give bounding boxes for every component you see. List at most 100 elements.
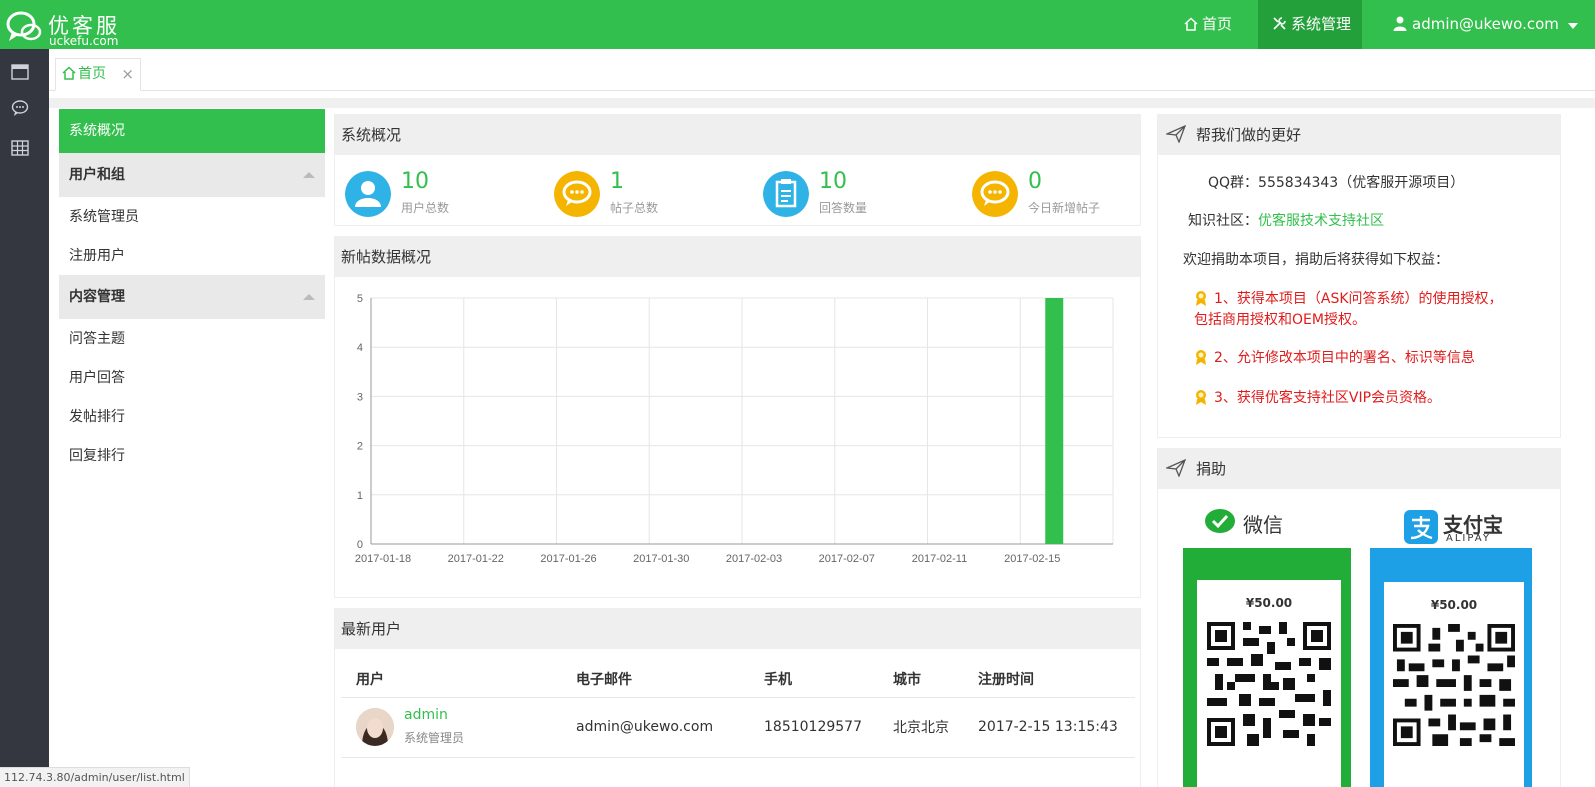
- benefit-text: 3、获得优客支持社区VIP会员资格。: [1214, 390, 1442, 406]
- chat-bubble-icon: [554, 171, 600, 217]
- column-header: 用户: [341, 661, 561, 698]
- chat-bubble-icon: [972, 171, 1018, 217]
- user-cell: admin 系统管理员: [341, 697, 561, 758]
- alipay-qr-card: ¥50.00: [1370, 548, 1532, 787]
- benefit-1-cont: 包括商用授权和OEM授权。: [1194, 312, 1366, 328]
- alipay-price: ¥50.00: [1430, 598, 1478, 612]
- menu-item-answers[interactable]: 用户回答: [59, 358, 325, 397]
- home-icon: [1184, 17, 1198, 31]
- y-tick-label: 5: [357, 293, 363, 305]
- clipboard-icon: [763, 171, 809, 217]
- latest-users-panel: 最新用户 用户 电子邮件 手机 城市 注册时间 admin 系统管理员 admi…: [334, 608, 1141, 787]
- community-line: 知识社区：优客服技术支持社区: [1188, 210, 1384, 230]
- nav-home[interactable]: 首页: [1170, 0, 1246, 49]
- stat-label: 回答数量: [819, 201, 868, 215]
- alipay-sub-label: ALIPAY: [1446, 533, 1491, 544]
- nav-user-label: admin@ukewo.com: [1412, 15, 1559, 33]
- browser-status-url: 112.74.3.80/admin/user/list.html: [0, 767, 190, 787]
- user-icon: [345, 171, 391, 217]
- stat-value: 10: [819, 169, 847, 194]
- nav-home-label: 首页: [1202, 15, 1233, 33]
- menu-group-title: 用户和组: [69, 167, 125, 183]
- y-tick-label: 0: [357, 539, 363, 551]
- table-header-row: 用户 电子邮件 手机 城市 注册时间: [341, 661, 1135, 698]
- table-row[interactable]: admin 系统管理员 admin@ukewo.com 18510129577 …: [341, 697, 1135, 758]
- x-tick-label: 2017-01-26: [540, 553, 596, 565]
- x-tick-label: 2017-02-15: [1004, 553, 1060, 565]
- help-panel: 帮我们做的更好 QQ群：555834343（优客服开源项目） 知识社区：优客服技…: [1157, 114, 1561, 438]
- content-divider: [49, 98, 1595, 108]
- tools-icon: [1273, 17, 1286, 30]
- city-cell: 北京北京: [878, 697, 963, 758]
- grid-icon[interactable]: [11, 139, 29, 157]
- panel-title: 最新用户: [335, 609, 1140, 649]
- menu-item-topics[interactable]: 问答主题: [59, 319, 325, 358]
- menu-item-overview[interactable]: 系统概况: [59, 109, 325, 153]
- stat-value: 10: [401, 169, 429, 194]
- user-name-link[interactable]: admin: [404, 707, 448, 723]
- column-header: 手机: [749, 661, 878, 698]
- close-icon[interactable]: ×: [121, 59, 134, 89]
- stat-label: 今日新增帖子: [1028, 201, 1101, 215]
- y-tick-label: 1: [357, 490, 363, 502]
- panel-title: 捐助: [1196, 460, 1227, 478]
- menu-item-post-ranking[interactable]: 发帖排行: [59, 397, 325, 436]
- column-header: 注册时间: [963, 661, 1135, 698]
- panel-title: 帮我们做的更好: [1196, 126, 1302, 144]
- column-header: 城市: [878, 661, 963, 698]
- nav-user-menu[interactable]: admin@ukewo.com: [1378, 0, 1595, 49]
- x-tick-label: 2017-02-11: [912, 553, 967, 565]
- benefit-1: 1、获得本项目（ASK问答系统）的使用授权，: [1194, 288, 1503, 308]
- wechat-qr-card: ¥50.00: [1183, 548, 1351, 787]
- logo-chat-icon: [6, 11, 42, 41]
- menu-group-title: 内容管理: [69, 289, 125, 305]
- nav-system-label: 系统管理: [1291, 15, 1352, 33]
- nav-system-management[interactable]: 系统管理: [1258, 0, 1362, 49]
- tab-home-label: 首页: [78, 66, 106, 82]
- paper-plane-icon: [1164, 124, 1187, 144]
- stat-label: 帖子总数: [610, 201, 659, 215]
- email-cell: admin@ukewo.com: [561, 697, 749, 758]
- panel-header: 帮我们做的更好: [1158, 115, 1560, 155]
- column-header: 电子邮件: [561, 661, 749, 698]
- tab-home[interactable]: 首页 ×: [55, 58, 141, 91]
- caret-down-icon: [1567, 23, 1578, 29]
- wechat-price: ¥50.00: [1245, 596, 1293, 610]
- paper-plane-icon: [1164, 458, 1187, 478]
- community-link[interactable]: 优客服技术支持社区: [1258, 213, 1384, 229]
- qr-code-icon: [1393, 624, 1515, 746]
- menu-item-registered-users[interactable]: 注册用户: [59, 236, 325, 275]
- y-tick-label: 2: [357, 441, 363, 453]
- tab-strip: 首页 ×: [49, 49, 1595, 91]
- panel-header: 捐助: [1158, 449, 1560, 489]
- window-icon[interactable]: [11, 63, 29, 81]
- stat-value: 1: [610, 169, 624, 194]
- y-tick-label: 3: [357, 391, 363, 403]
- community-label: 知识社区：: [1188, 213, 1258, 229]
- stat-answers: 10 回答数量: [763, 169, 963, 217]
- benefit-2: 2、允许修改本项目中的署名、标识等信息: [1194, 347, 1475, 367]
- chat-icon[interactable]: [11, 99, 29, 117]
- caret-up-icon: [303, 172, 315, 178]
- home-icon: [62, 66, 76, 80]
- avatar[interactable]: [356, 708, 394, 746]
- user-icon: [1393, 16, 1407, 31]
- stat-today-posts: 0 今日新增帖子: [972, 169, 1172, 217]
- medal-icon: [1196, 350, 1206, 365]
- menu-item-admins[interactable]: 系统管理员: [59, 197, 325, 236]
- menu-group-users[interactable]: 用户和组: [59, 153, 325, 197]
- left-icon-bar: [0, 49, 49, 787]
- wechat-label: 微信: [1243, 513, 1283, 537]
- brand-url: uckefu.com: [49, 34, 119, 48]
- donation-intro: 欢迎捐助本项目，捐助后将获得如下权益：: [1183, 252, 1449, 268]
- qr-card-inner: ¥50.00: [1197, 580, 1341, 787]
- benefit-3: 3、获得优客支持社区VIP会员资格。: [1194, 387, 1441, 407]
- medal-icon: [1196, 390, 1206, 405]
- new-posts-bar-chart: 0 1 2 3 4 5 2017-01-18 2017-01-22 2017-01-26 2017…: [355, 293, 1114, 565]
- y-tick-label: 4: [357, 342, 363, 354]
- qq-value: 555834343（优客服开源项目）: [1258, 175, 1465, 191]
- user-role: 系统管理员: [404, 731, 465, 745]
- menu-item-reply-ranking[interactable]: 回复排行: [59, 436, 325, 475]
- menu-group-content[interactable]: 内容管理: [59, 275, 325, 319]
- users-table: 用户 电子邮件 手机 城市 注册时间 admin 系统管理员 admin@uke…: [341, 661, 1135, 758]
